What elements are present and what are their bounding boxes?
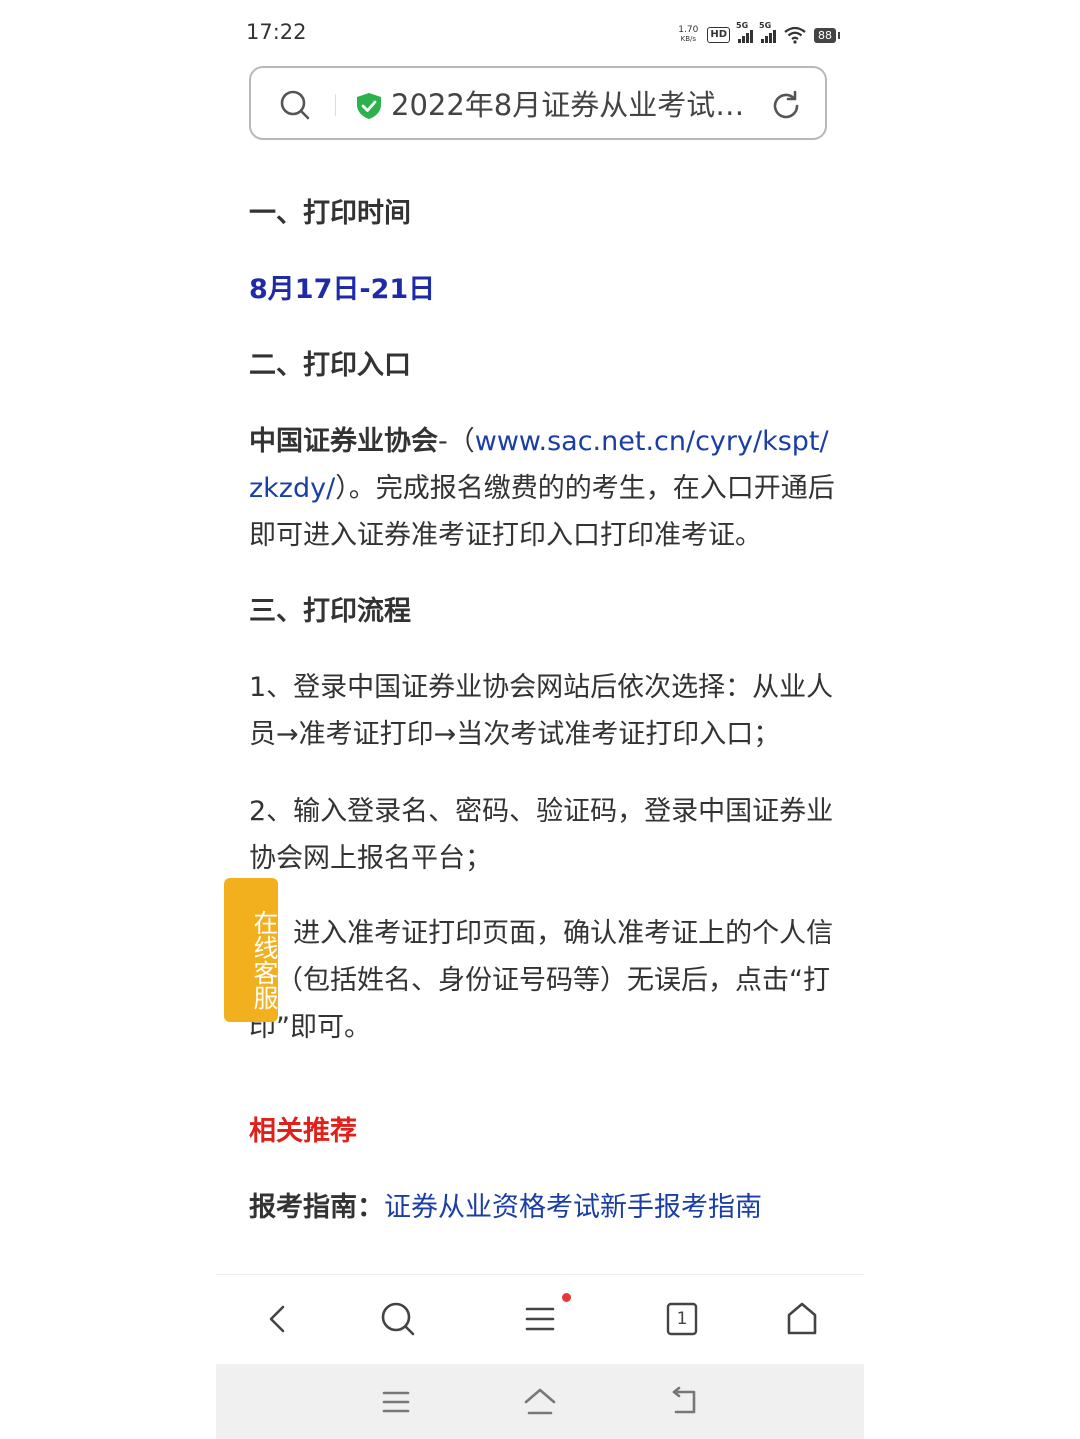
print-date: 8月17日-21日 [249, 274, 436, 305]
search-icon[interactable] [279, 89, 311, 121]
entry-paragraph: 中国证券业协会-（www.sac.net.cn/cyry/kspt/zkzdy/… [249, 426, 835, 551]
phone-screen: 17:22 1.70 KB/s HD 5G 5G 88 2022年8月证券从业考… [216, 0, 864, 1439]
status-time: 17:22 [246, 20, 307, 44]
guide-label: 报考指南： [249, 1192, 384, 1223]
home-icon[interactable] [782, 1299, 822, 1339]
online-service-button[interactable]: 在线客服 [224, 878, 279, 1022]
battery-icon: 88 [814, 27, 840, 43]
address-bar[interactable]: 2022年8月证券从业考试… [249, 66, 827, 140]
step-1: 1、登录中国证券业协会网站后依次选择：从业人员→准考证打印→当次考试准考证打印入… [249, 672, 834, 750]
reload-icon[interactable] [769, 89, 803, 123]
notification-dot [562, 1293, 571, 1302]
browser-toolbar: 1 [216, 1274, 864, 1365]
page-title[interactable]: 2022年8月证券从业考试… [391, 86, 761, 124]
back-icon[interactable] [258, 1299, 298, 1339]
signal-icon-2: 5G [759, 21, 776, 43]
section-heading-print-time: 一、打印时间 [249, 198, 411, 229]
status-bar: 17:22 1.70 KB/s HD 5G 5G 88 [216, 0, 864, 64]
step-3: 3、进入准考证打印页面，确认准考证上的个人信息（包括姓名、身份证号码等）无误后，… [249, 918, 834, 1043]
guide-row: 报考指南：证券从业资格考试新手报考指南 [249, 1184, 839, 1231]
tabs-button[interactable]: 1 [662, 1299, 702, 1339]
address-divider [335, 94, 336, 116]
related-heading: 相关推荐 [249, 1116, 357, 1147]
step-2: 2、输入登录名、密码、验证码，登录中国证券业协会网上报名平台； [249, 796, 834, 874]
system-nav-bar [216, 1364, 864, 1439]
section-heading-print-entry: 二、打印入口 [249, 350, 411, 381]
guide-link[interactable]: 证券从业资格考试新手报考指南 [384, 1192, 762, 1223]
back-icon[interactable] [666, 1384, 702, 1420]
home-icon[interactable] [522, 1384, 558, 1420]
section-heading-print-process: 三、打印流程 [249, 596, 411, 627]
secure-shield-icon [357, 93, 381, 119]
signal-icon: 5G [736, 21, 753, 43]
tab-count: 1 [676, 1309, 688, 1329]
entry-org: 中国证券业协会 [249, 426, 438, 457]
hd-voice-icon: HD [707, 27, 730, 43]
recents-icon[interactable] [378, 1384, 414, 1420]
wifi-icon [784, 26, 806, 44]
net-speed: 1.70 KB/s [678, 25, 699, 44]
status-icons: 1.70 KB/s HD 5G 5G 88 [677, 21, 840, 48]
menu-icon[interactable] [520, 1299, 560, 1339]
search-icon[interactable] [378, 1299, 418, 1339]
